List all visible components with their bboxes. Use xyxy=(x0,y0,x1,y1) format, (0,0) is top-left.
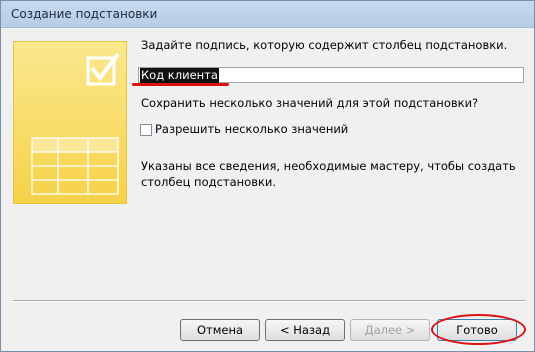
allow-multiple-values-checkbox[interactable] xyxy=(140,124,152,136)
title-bar: Создание подстановки xyxy=(1,1,534,28)
wizard-dialog: Создание подстановки Задайте подпись, ко… xyxy=(0,0,535,352)
label-prompt: Задайте подпись, которую содержит столбе… xyxy=(141,38,508,52)
red-circle-annotation xyxy=(431,314,526,345)
window-title: Создание подстановки xyxy=(11,7,158,21)
next-button[interactable]: Далее > xyxy=(350,319,430,341)
multi-value-question: Сохранить несколько значений для этой по… xyxy=(141,96,479,110)
lookup-label-input[interactable]: Код клиента xyxy=(138,67,524,83)
red-underline-annotation xyxy=(132,83,229,86)
completion-info-text: Указаны все сведения, необходимые мастер… xyxy=(141,159,516,189)
allow-multiple-values-label[interactable]: Разрешить несколько значений xyxy=(155,122,348,136)
footer-separator xyxy=(13,300,525,302)
table-checkmark-icon xyxy=(31,52,120,195)
wizard-illustration xyxy=(13,41,127,204)
cancel-button[interactable]: Отмена xyxy=(180,319,260,341)
back-button[interactable]: < Назад xyxy=(265,319,345,341)
selected-label-text: Код клиента xyxy=(140,68,219,83)
